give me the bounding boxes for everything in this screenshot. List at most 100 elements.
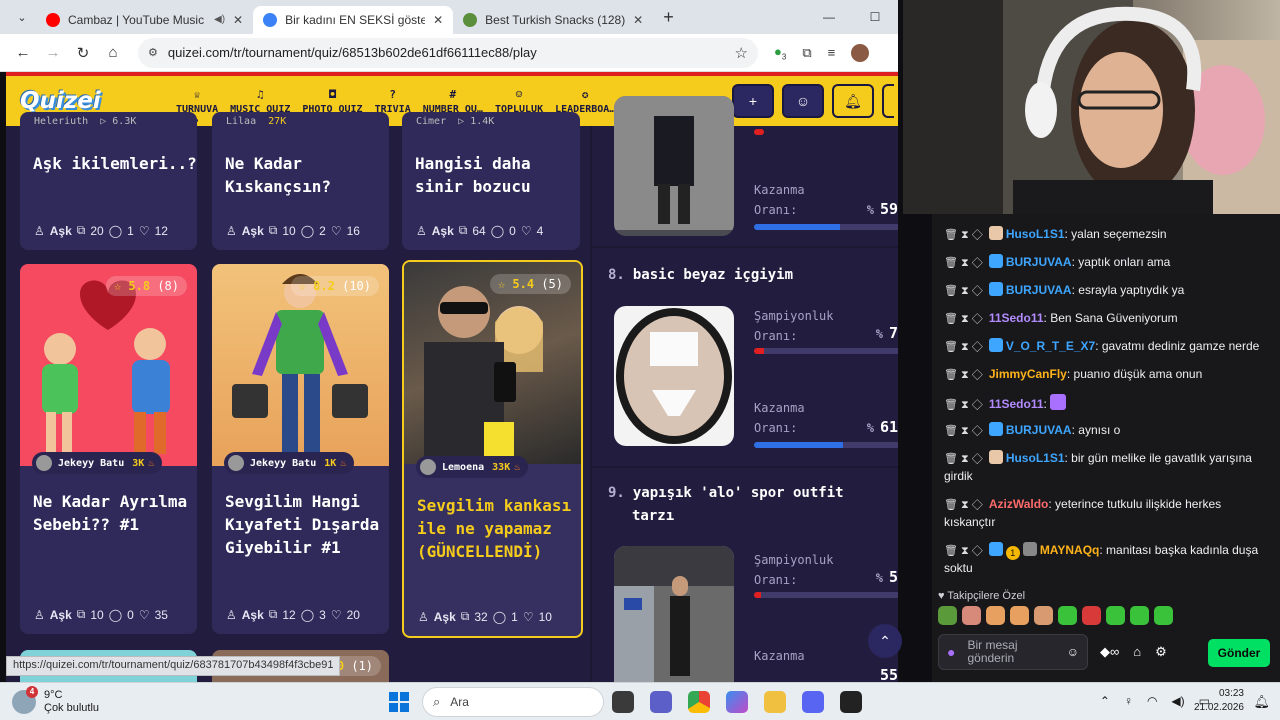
windows-start-icon[interactable]	[389, 692, 409, 712]
create-button[interactable]: +	[732, 84, 774, 118]
forward-icon[interactable]: →	[38, 44, 68, 61]
emote-icon[interactable]	[938, 606, 957, 625]
emote-icon[interactable]	[1106, 606, 1125, 625]
url-field[interactable]: ⚙ quizei.com/tr/tournament/quiz/68513b60…	[138, 37, 758, 68]
mod-tools-icon[interactable]: 🗑︎ ⧗ ◇	[944, 257, 983, 269]
quiz-card[interactable]: Lilaa 27K Ne Kadar Kıskançsın? ♙ Aşk ⧉ 1…	[212, 112, 389, 250]
emote-icon[interactable]	[1154, 606, 1173, 625]
discord-icon[interactable]	[802, 691, 824, 713]
nav-leaderboard[interactable]: ✪ LEADERBOA…	[549, 88, 621, 115]
mod-tools-icon[interactable]: 🗑︎ ⧗ ◇	[944, 399, 983, 411]
close-tab-icon[interactable]: ✕	[233, 13, 243, 27]
mod-tools-icon[interactable]: 🗑︎ ⧗ ◇	[944, 425, 983, 437]
tab-title: Bir kadını EN SEKSİ gösteren gi	[285, 12, 426, 27]
task-view-icon[interactable]	[612, 691, 634, 713]
creator-chip[interactable]: Jekeyy Batu 3K ♨	[32, 452, 163, 474]
creator-chip[interactable]: Lemoena 33K ♨	[416, 456, 529, 478]
close-tab-icon[interactable]: ✕	[433, 13, 443, 27]
minimize-button[interactable]: —	[806, 0, 852, 34]
emote-icon[interactable]	[1130, 606, 1149, 625]
back-icon[interactable]: ←	[8, 44, 38, 61]
settings-gear-icon[interactable]: ⚙	[1155, 644, 1167, 660]
volume-icon[interactable]: ◀)	[1171, 694, 1184, 708]
mod-tools-icon[interactable]: 🗑︎ ⧗ ◇	[944, 369, 983, 381]
mod-tools-icon[interactable]: 🗑︎ ⧗ ◇	[944, 285, 983, 297]
weather-desc: Çok bulutlu	[44, 701, 100, 714]
help-icon: ?	[389, 87, 396, 101]
close-tab-icon[interactable]: ✕	[633, 13, 643, 27]
chrome-icon[interactable]	[688, 691, 710, 713]
bookmark-star-icon[interactable]: ☆	[735, 44, 748, 62]
wifi-icon[interactable]: ◠	[1147, 694, 1157, 708]
maximize-button[interactable]: ☐	[852, 0, 898, 34]
speaker-icon[interactable]: ◀)	[214, 14, 225, 25]
emote-icon[interactable]	[986, 606, 1005, 625]
site-info-icon[interactable]: ⚙	[148, 46, 158, 59]
chat-message: 🗑︎ ⧗ ◇ BURJUVAA: aynısı o	[944, 422, 1121, 437]
quiz-card[interactable]: Heleriuth ▷ 6.3K Aşk ikilemleri..? ♙ Aşk…	[20, 112, 197, 250]
mod-tools-icon[interactable]: 🗑︎ ⧗ ◇	[944, 545, 983, 557]
reload-icon[interactable]: ↻	[68, 44, 98, 62]
quiz-card[interactable]: Cimer ▷ 1.4K Hangisi daha sinir bozucu ♙…	[402, 112, 580, 250]
bits-icon[interactable]: ◆∞	[1100, 644, 1119, 660]
trophy-icon: ♕	[193, 87, 201, 101]
emote-icon[interactable]	[1058, 606, 1077, 625]
mic-icon[interactable]: ●	[947, 645, 955, 659]
mic-tray-icon[interactable]: ♀	[1124, 694, 1133, 708]
app-icon[interactable]	[840, 691, 862, 713]
nav-music-quiz[interactable]: ♫ MUSIC QUIZ	[224, 88, 296, 115]
mod-tools-icon[interactable]: 🗑︎ ⧗ ◇	[944, 453, 983, 465]
nav-photo-quiz[interactable]: ◘ PHOTO QUIZ	[296, 88, 368, 115]
chat-input[interactable]: ● Bir mesaj gönderin ☺	[938, 634, 1088, 670]
teams-icon[interactable]	[650, 691, 672, 713]
mod-tools-icon[interactable]: 🗑︎ ⧗ ◇	[944, 499, 983, 511]
tab-youtube-music[interactable]: Cambaz | YouTube Music ◀) ✕	[36, 6, 253, 34]
tab-tierlist[interactable]: Best Turkish Snacks (128) - Tier ✕	[453, 6, 653, 34]
scroll-to-top-button[interactable]: ⌃	[868, 624, 902, 658]
chat-message: 🗑︎ ⧗ ◇ AzizWaldo: yeterince tutkulu ilişk…	[944, 497, 1222, 529]
more-button[interactable]	[882, 84, 894, 118]
quiz-card[interactable]: ☆ 8.2 (10) Jekeyy Batu 1K ♨ Sevgilim Hangi…	[212, 264, 389, 634]
copilot-icon[interactable]	[726, 691, 748, 713]
creator-chip[interactable]: Jekeyy Batu 1K ♨	[224, 452, 355, 474]
url-text: quizei.com/tr/tournament/quiz/68513b602d…	[167, 45, 537, 60]
media-icon[interactable]: ≡	[828, 45, 836, 60]
extension-icon[interactable]: ●3	[774, 44, 786, 62]
new-tab-button[interactable]: +	[663, 7, 674, 28]
emote-icon[interactable]	[1082, 606, 1101, 625]
nav-topluluk[interactable]: ☺ TOPLULUK	[489, 88, 549, 115]
store-icon[interactable]: ⌂	[1133, 644, 1141, 660]
emote-icon[interactable]	[1034, 606, 1053, 625]
send-button[interactable]: Gönder	[1208, 639, 1270, 667]
nav-number-quiz[interactable]: # NUMBER QU…	[417, 88, 489, 115]
chat-message: 🗑︎ ⧗ ◇ BURJUVAA: esrayla yaptıydık ya	[944, 282, 1185, 297]
notification-bell-icon[interactable]: 🔔︎	[1253, 694, 1270, 710]
file-explorer-icon[interactable]	[764, 691, 786, 713]
emote-icon[interactable]	[1010, 606, 1029, 625]
notifications-bell-icon[interactable]: 🔔︎	[832, 84, 874, 118]
emote-icon[interactable]	[962, 606, 981, 625]
weather-widget[interactable]: 4 9°C Çok bulutlu	[12, 685, 100, 715]
emoji-icon[interactable]: ☺	[1067, 645, 1079, 659]
clock[interactable]: 03:23 21.02.2026	[1194, 687, 1244, 715]
tab-search-icon[interactable]: ⌄	[8, 3, 36, 31]
fire-icon: ♨	[340, 457, 347, 469]
chevron-up-icon[interactable]: ⌃	[1100, 694, 1110, 708]
nav-turnuva[interactable]: ♕ TURNUVA	[170, 87, 224, 122]
mod-tools-icon[interactable]: 🗑︎ ⧗ ◇	[944, 229, 983, 241]
win-rate-value: % 59	[866, 200, 898, 218]
profile-button[interactable]: ☺	[782, 84, 824, 118]
tab-quizei[interactable]: Bir kadını EN SEKSİ gösteren gi ✕	[253, 5, 454, 34]
mod-tools-icon[interactable]: 🗑︎ ⧗ ◇	[944, 341, 983, 353]
home-icon[interactable]: ⌂	[98, 44, 128, 61]
quiz-card[interactable]: ☆ 5.8 (8) Jekeyy Batu 3K ♨ Ne Kadar Ayrılm…	[20, 264, 197, 634]
quizei-logo[interactable]: Quizei	[20, 88, 170, 114]
quiz-card-hovered[interactable]: ☆ 5.4 (5) Lemoena 33K ♨ Sevgilim kankası i…	[402, 260, 583, 638]
mod-tools-icon[interactable]: 🗑︎ ⧗ ◇	[944, 313, 983, 325]
taskbar-search[interactable]: ⌕ Ara	[422, 687, 604, 717]
link-status-bar: https://quizei.com/tr/tournament/quiz/68…	[6, 656, 341, 676]
puzzle-icon[interactable]: ⧉	[802, 45, 811, 61]
profile-avatar[interactable]	[851, 43, 870, 62]
rating-badge: ☆ 5.8 (8)	[105, 276, 187, 296]
nav-trivia[interactable]: ? TRIVIA	[369, 88, 417, 115]
